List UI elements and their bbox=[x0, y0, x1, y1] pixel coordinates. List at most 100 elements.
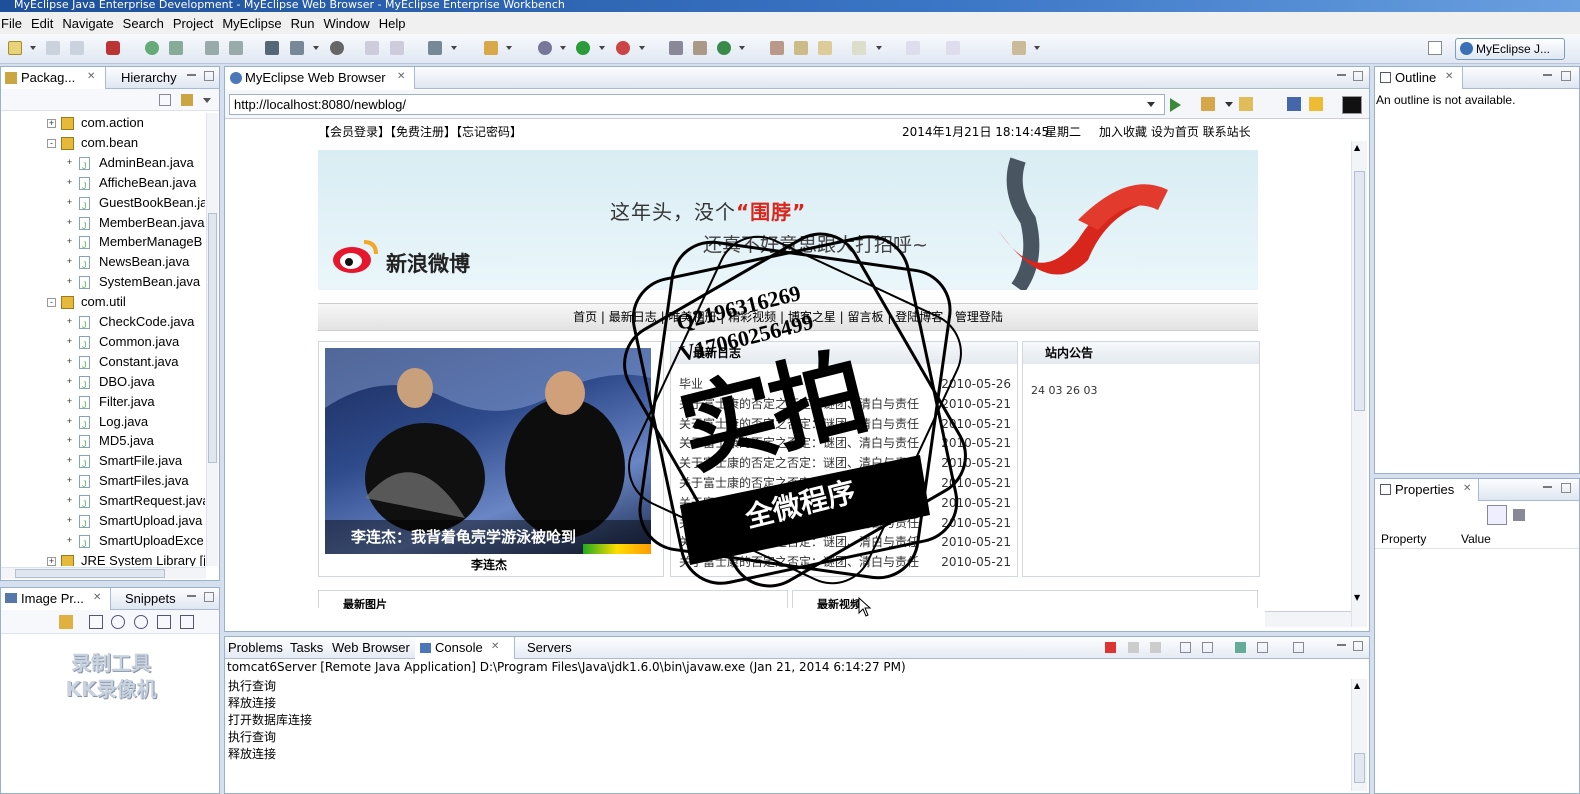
forward-icon[interactable] bbox=[1239, 97, 1253, 111]
expand-icon[interactable]: + bbox=[65, 416, 74, 427]
actual-size-icon[interactable] bbox=[157, 615, 171, 629]
deploy-icon[interactable] bbox=[106, 41, 120, 55]
expand-icon[interactable]: + bbox=[47, 556, 56, 566]
dark-mode-icon[interactable] bbox=[1342, 96, 1362, 114]
tab-console[interactable]: Console ✕ bbox=[415, 637, 515, 659]
minimize-icon[interactable] bbox=[1543, 486, 1552, 488]
expand-icon[interactable]: + bbox=[65, 237, 74, 247]
maximize-icon[interactable] bbox=[1561, 483, 1571, 493]
next-annotation-icon[interactable] bbox=[852, 41, 866, 55]
news-title[interactable]: 毕业 bbox=[679, 377, 703, 391]
close-icon[interactable]: ✕ bbox=[93, 593, 103, 603]
link-editor-icon[interactable] bbox=[181, 94, 193, 106]
news-title[interactable]: 关于富士康的否定之否定：谜团、清白与责任 bbox=[679, 535, 919, 549]
news-row[interactable]: 关于富士康的否定之否定：谜团、清白与责任 2010-05-21 bbox=[679, 552, 1013, 572]
print-icon[interactable] bbox=[70, 41, 84, 55]
expand-icon[interactable]: + bbox=[65, 217, 74, 228]
news-title[interactable]: 关于富士康的否定之否定：谜团、清白与责任 bbox=[679, 516, 919, 530]
menu-edit[interactable]: Edit bbox=[31, 16, 61, 31]
tab-image-preview[interactable]: Image Pr... ✕ bbox=[1, 588, 111, 610]
refresh-icon[interactable] bbox=[1309, 97, 1323, 111]
minimize-icon[interactable] bbox=[1337, 644, 1346, 646]
tab-package-explorer[interactable]: Packag... ✕ bbox=[1, 67, 106, 89]
scroll-up-icon[interactable]: ▲ bbox=[1354, 143, 1360, 152]
tab-snippets[interactable]: Snippets bbox=[113, 588, 176, 610]
open-perspective-icon[interactable] bbox=[1428, 41, 1442, 55]
expand-icon[interactable]: + bbox=[65, 535, 74, 546]
minimize-icon[interactable] bbox=[1337, 74, 1346, 76]
expand-icon[interactable]: + bbox=[65, 317, 74, 327]
url-dropdown-icon[interactable] bbox=[1147, 102, 1155, 107]
back-icon[interactable] bbox=[906, 41, 920, 55]
refresh-icon[interactable] bbox=[59, 615, 73, 629]
pin-console-icon[interactable] bbox=[1235, 642, 1246, 653]
news-title[interactable]: 关于富士康的否定之否定：谜团、清白与责任 bbox=[679, 456, 919, 470]
expand-icon[interactable]: + bbox=[65, 197, 74, 208]
rotate-icon[interactable] bbox=[180, 615, 194, 629]
collapse-icon[interactable]: - bbox=[47, 138, 56, 148]
nav-latest-blog[interactable]: 最新日志 bbox=[609, 310, 657, 324]
expand-icon[interactable]: + bbox=[65, 257, 74, 267]
news-title[interactable]: 关于富士康的否定之否定：谜团、清白与责任 bbox=[679, 555, 919, 569]
news-title[interactable]: 关于富士康的否定之否定：谜团、清白与责任 bbox=[679, 476, 919, 490]
menu-search[interactable]: Search bbox=[123, 16, 172, 31]
debug-icon[interactable] bbox=[538, 41, 552, 55]
nav-login-blog[interactable]: 登陆博客 bbox=[895, 310, 943, 324]
menu-navigate[interactable]: Navigate bbox=[62, 16, 121, 31]
open-file-icon[interactable] bbox=[669, 41, 683, 55]
photo-pager[interactable] bbox=[583, 544, 651, 554]
tab-web-browser[interactable]: MyEclipse Web Browser ✕ bbox=[225, 67, 415, 89]
news-row[interactable]: 关于富士康的否定之否定：谜团、清白与责任 2010-05-21 bbox=[679, 493, 1013, 513]
terminate-icon[interactable] bbox=[1105, 642, 1116, 653]
news-row[interactable]: 关于富士康的否定之否定：谜团、清白与责任 2010-05-21 bbox=[679, 414, 1013, 434]
member-links[interactable]: 【会员登录】【免费注册】【忘记密码】 bbox=[318, 122, 522, 142]
menu-myeclipse[interactable]: MyEclipse bbox=[222, 16, 289, 31]
tool4-icon[interactable] bbox=[390, 41, 404, 55]
new-icon[interactable] bbox=[8, 41, 22, 55]
tree-vertical-scrollbar[interactable] bbox=[206, 113, 218, 566]
stop-icon[interactable] bbox=[1287, 97, 1301, 111]
tab-outline[interactable]: Outline ✕ bbox=[1375, 67, 1463, 89]
expand-icon[interactable]: + bbox=[65, 336, 74, 347]
photo-name[interactable]: 李连杰 bbox=[319, 556, 659, 573]
view-menu-icon[interactable] bbox=[203, 98, 211, 103]
tab-tasks[interactable]: Tasks bbox=[287, 637, 323, 659]
database-icon[interactable] bbox=[169, 41, 183, 55]
expand-icon[interactable]: + bbox=[65, 277, 74, 287]
perspective-button[interactable]: MyEclipse J... bbox=[1455, 38, 1565, 60]
zoom-in-icon[interactable] bbox=[134, 615, 148, 629]
tree-scroll-thumb[interactable] bbox=[208, 213, 217, 463]
hierarchy-icon[interactable] bbox=[693, 41, 707, 55]
tab-problems[interactable]: Problems bbox=[225, 637, 283, 659]
menu-run[interactable]: Run bbox=[291, 16, 323, 31]
maximize-icon[interactable] bbox=[1561, 71, 1571, 81]
maximize-icon[interactable] bbox=[1353, 641, 1363, 651]
menu-help[interactable]: Help bbox=[379, 16, 414, 31]
menu-window[interactable]: Window bbox=[323, 16, 377, 31]
back-icon[interactable] bbox=[1201, 97, 1215, 111]
news-title[interactable]: 关于富士康的否定之否定：谜团、清白与责任 bbox=[679, 417, 919, 431]
collapse-all-icon[interactable] bbox=[159, 94, 171, 106]
search-icon[interactable] bbox=[770, 41, 784, 55]
expand-icon[interactable]: + bbox=[65, 516, 74, 526]
news-row[interactable]: 关于富士康的否定之否定：谜团、清白与责任 2010-05-21 bbox=[679, 532, 1013, 552]
open-type-icon[interactable] bbox=[428, 41, 442, 55]
go-icon[interactable] bbox=[1170, 98, 1181, 112]
tab-servers[interactable]: Servers bbox=[523, 637, 572, 659]
maximize-icon[interactable] bbox=[204, 592, 214, 602]
nav-home[interactable]: 首页 bbox=[573, 310, 597, 324]
expand-icon[interactable]: + bbox=[65, 177, 74, 188]
console-scroll-thumb[interactable] bbox=[1354, 753, 1365, 783]
tab-hierarchy[interactable]: Hierarchy bbox=[107, 67, 177, 89]
server-icon[interactable] bbox=[145, 41, 159, 55]
remove-all-icon[interactable] bbox=[1150, 642, 1161, 653]
close-icon[interactable]: ✕ bbox=[397, 72, 407, 82]
wizard-icon[interactable] bbox=[290, 41, 304, 55]
tab-web-browser-view[interactable]: Web Browser bbox=[329, 637, 410, 659]
value-column[interactable]: Value bbox=[1461, 529, 1491, 549]
marker-icon[interactable] bbox=[818, 41, 832, 55]
clear-console-icon[interactable] bbox=[1180, 642, 1191, 653]
categories-icon[interactable] bbox=[1487, 505, 1507, 525]
new-class-icon[interactable] bbox=[484, 41, 498, 55]
news-row[interactable]: 关于富士康的否定之否定：谜团、清白与责任 2010-05-21 bbox=[679, 433, 1013, 453]
